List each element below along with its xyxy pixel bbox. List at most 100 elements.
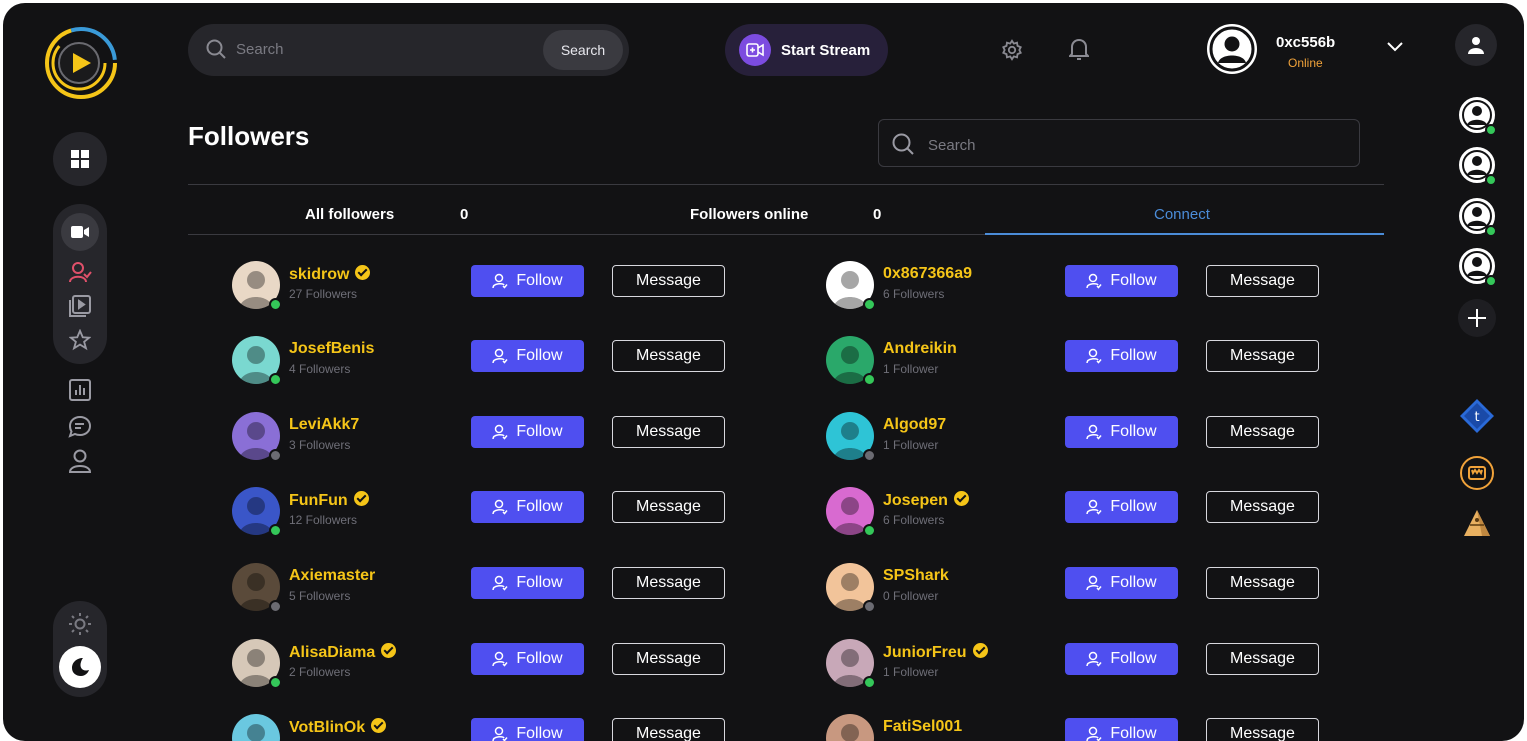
follower-name[interactable]: FatiSel001 (883, 718, 962, 736)
message-button[interactable]: Message (1206, 567, 1319, 599)
user-status: Online (1288, 56, 1323, 70)
user-check-icon (492, 273, 508, 289)
favorites-nav-button[interactable] (67, 327, 93, 353)
follow-button[interactable]: Follow (1065, 265, 1178, 297)
follower-name[interactable]: Algod97 (883, 416, 946, 434)
follow-label: Follow (516, 498, 563, 515)
message-button[interactable]: Message (612, 491, 725, 523)
message-button[interactable]: Message (1206, 491, 1319, 523)
follow-button[interactable]: Follow (471, 340, 584, 372)
search-icon (892, 133, 914, 155)
message-label: Message (1230, 347, 1295, 364)
message-button[interactable]: Message (612, 416, 725, 448)
follow-button[interactable]: Follow (471, 643, 584, 675)
game-app-button[interactable] (1460, 456, 1494, 490)
follow-button[interactable]: Follow (471, 718, 584, 741)
follower-name[interactable]: VotBlinOk (289, 718, 387, 737)
follower-name[interactable]: JosefBenis (289, 340, 374, 358)
follower-avatar[interactable] (232, 714, 280, 741)
follower-name[interactable]: SPShark (883, 567, 949, 585)
analytics-nav-button[interactable] (67, 377, 93, 403)
messages-nav-button[interactable] (67, 414, 93, 440)
followers-nav-button[interactable] (67, 259, 93, 285)
follow-button[interactable]: Follow (1065, 718, 1178, 741)
grid-icon (53, 132, 107, 186)
status-dot (863, 449, 876, 462)
follower-name[interactable]: Josepen (883, 491, 969, 510)
message-button[interactable]: Message (612, 567, 725, 599)
follow-button[interactable]: Follow (471, 416, 584, 448)
follower-name[interactable]: LeviAkk7 (289, 416, 359, 434)
moon-icon (72, 658, 89, 676)
follow-button[interactable]: Follow (1065, 340, 1178, 372)
verified-badge-icon (353, 491, 369, 506)
profile-button[interactable] (1455, 24, 1497, 66)
message-button[interactable]: Message (612, 340, 725, 372)
follow-button[interactable]: Follow (1065, 643, 1178, 675)
followers-online-count: 0 (873, 206, 882, 223)
message-button[interactable]: Message (1206, 265, 1319, 297)
profile-nav-button[interactable] (67, 448, 93, 474)
follower-name[interactable]: 0x867366a9 (883, 265, 972, 283)
global-search-input[interactable]: Search (236, 41, 284, 58)
settings-button[interactable] (999, 37, 1025, 63)
follow-button[interactable]: Follow (471, 491, 584, 523)
message-label: Message (636, 272, 701, 289)
follower-name[interactable]: FunFun (289, 491, 369, 510)
follower-name[interactable]: skidrow (289, 265, 371, 284)
followers-search[interactable]: Search (878, 119, 1360, 167)
message-button[interactable]: Message (612, 643, 725, 675)
light-mode-button[interactable] (67, 611, 93, 637)
app-window: Search Search Start Stream 0xc556b Onlin… (3, 3, 1524, 741)
status-dot (269, 298, 282, 311)
message-button[interactable]: Message (1206, 340, 1319, 372)
videos-nav-button[interactable] (67, 293, 93, 319)
dashboard-button[interactable] (53, 132, 107, 186)
follower-name[interactable]: JuniorFreu (883, 643, 988, 662)
search-icon (206, 39, 226, 59)
add-channel-button[interactable] (1458, 299, 1496, 337)
follower-name[interactable]: Axiemaster (289, 567, 375, 585)
tab-connect[interactable]: Connect (1154, 206, 1210, 223)
plus-icon (1468, 309, 1486, 327)
follower-name[interactable]: AlisaDiama (289, 643, 397, 662)
followers-search-input[interactable]: Search (928, 137, 976, 154)
pyramid-app-button[interactable] (1460, 506, 1494, 540)
video-camera-icon (71, 226, 89, 238)
tab-followers-online[interactable]: Followers online (690, 206, 808, 223)
pyramid-icon (1464, 510, 1490, 536)
follow-button[interactable]: Follow (1065, 416, 1178, 448)
follow-button[interactable]: Follow (471, 265, 584, 297)
follow-button[interactable]: Follow (1065, 491, 1178, 523)
follower-avatar[interactable] (826, 714, 874, 741)
message-button[interactable]: Message (612, 265, 725, 297)
follower-name[interactable]: Andreikin (883, 340, 957, 358)
bar-chart-icon (69, 379, 91, 401)
message-button[interactable]: Message (1206, 416, 1319, 448)
tezos-app-button[interactable]: t (1458, 397, 1496, 435)
notifications-button[interactable] (1066, 36, 1092, 62)
global-search[interactable]: Search Search (188, 24, 629, 76)
dark-mode-button[interactable] (59, 646, 101, 688)
verified-badge-icon (953, 491, 969, 506)
user-menu-toggle[interactable] (1383, 35, 1407, 59)
app-logo[interactable] (43, 25, 119, 101)
follow-label: Follow (516, 272, 563, 289)
video-nav-button[interactable] (61, 213, 99, 251)
message-button[interactable]: Message (1206, 718, 1319, 741)
online-indicator (1485, 275, 1497, 287)
tab-all-followers[interactable]: All followers (305, 206, 394, 223)
status-dot (269, 373, 282, 386)
search-button[interactable]: Search (543, 30, 623, 70)
message-label: Message (1230, 650, 1295, 667)
user-name: 0xc556b (1276, 34, 1336, 51)
start-stream-label: Start Stream (781, 41, 871, 59)
gear-icon (1002, 39, 1022, 61)
follow-button[interactable]: Follow (471, 567, 584, 599)
status-dot (863, 373, 876, 386)
message-button[interactable]: Message (1206, 643, 1319, 675)
message-button[interactable]: Message (612, 718, 725, 741)
follow-button[interactable]: Follow (1065, 567, 1178, 599)
message-label: Message (636, 498, 701, 515)
start-stream-button[interactable]: Start Stream (725, 24, 888, 76)
